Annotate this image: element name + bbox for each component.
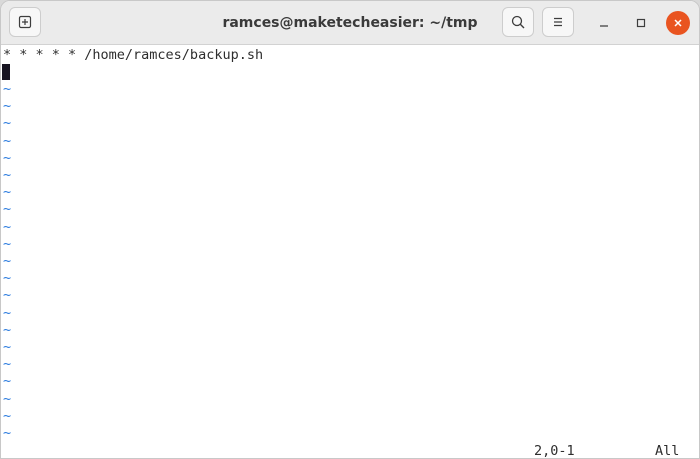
terminal-window: ramces@maketecheasier: ~/tmp * * * * * /…	[0, 0, 700, 459]
maximize-button[interactable]	[629, 11, 653, 35]
empty-line-tilde: ~	[3, 218, 12, 235]
new-tab-icon	[18, 15, 32, 29]
editor-line: * * * * * /home/ramces/backup.sh	[3, 47, 264, 63]
search-icon	[511, 15, 525, 29]
empty-line-tilde: ~	[3, 132, 12, 149]
empty-line-tilde: ~	[3, 149, 12, 166]
empty-line-tilde: ~	[3, 321, 12, 338]
terminal-text-area[interactable]: * * * * * /home/ramces/backup.sh ~ ~ ~ ~ ~ ~ ~…	[1, 45, 699, 459]
close-icon	[674, 19, 682, 27]
empty-line-tilde: ~	[3, 98, 12, 115]
scroll-status: All	[655, 443, 680, 459]
empty-line-tilde: ~	[3, 425, 12, 441]
cursor-position: 2,0-1	[534, 443, 575, 459]
empty-line-tilde: ~	[3, 201, 12, 218]
empty-line-tilde: ~	[3, 253, 12, 269]
empty-line-tilde: ~	[3, 390, 12, 407]
empty-line-tilde: ~	[3, 270, 12, 287]
menu-button[interactable]	[542, 7, 574, 37]
empty-line-tilde: ~	[3, 81, 12, 97]
empty-line-tilde: ~	[3, 235, 12, 252]
empty-line-tilde: ~	[3, 407, 12, 424]
empty-line-tilde: ~	[3, 339, 12, 355]
new-tab-button[interactable]	[9, 7, 41, 37]
empty-line-tilde: ~	[3, 115, 12, 132]
empty-line-tilde: ~	[3, 356, 12, 373]
minimize-icon	[600, 25, 608, 27]
empty-line-tilde: ~	[3, 167, 12, 183]
empty-line-tilde: ~	[3, 373, 12, 390]
hamburger-menu-icon	[554, 17, 562, 27]
minimize-button[interactable]	[592, 11, 616, 35]
text-cursor	[2, 64, 10, 80]
close-button[interactable]	[666, 11, 690, 35]
empty-line-tilde: ~	[3, 304, 12, 321]
empty-line-tilde: ~	[3, 184, 12, 201]
search-button[interactable]	[502, 7, 534, 37]
title-bar: ramces@maketecheasier: ~/tmp	[1, 1, 699, 45]
maximize-icon	[636, 18, 646, 28]
empty-line-tilde: ~	[3, 287, 12, 304]
